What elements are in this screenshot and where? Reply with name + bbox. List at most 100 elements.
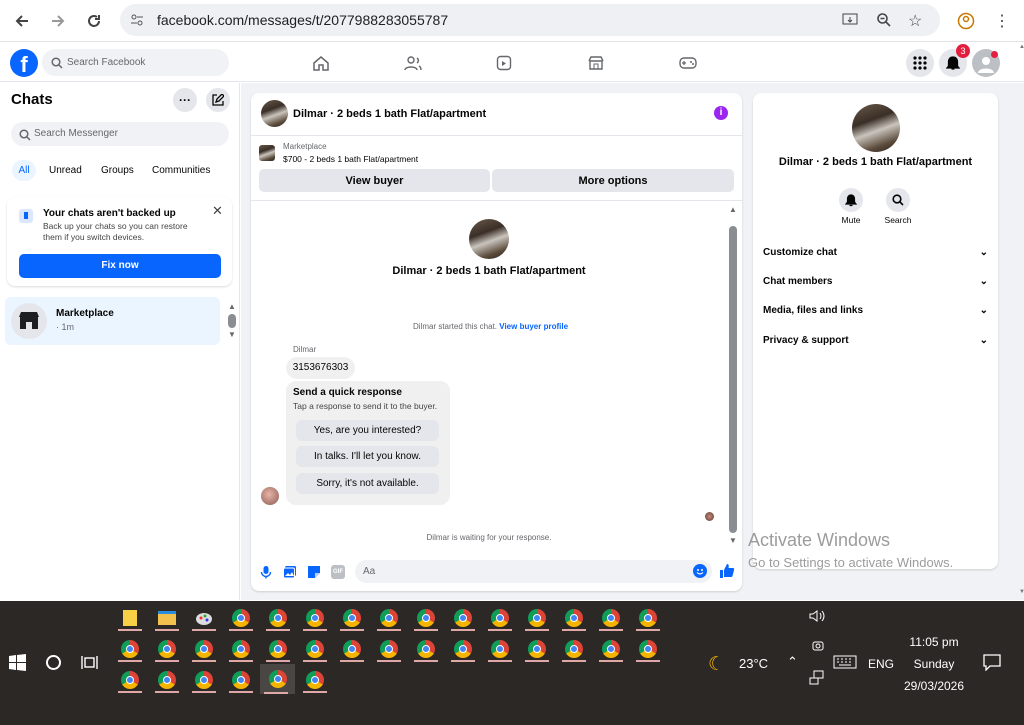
gaming-icon[interactable] (677, 54, 699, 72)
scroll-up-arrow[interactable]: ▲ (228, 302, 236, 311)
filter-groups[interactable]: Groups (101, 165, 134, 176)
chrome-icon[interactable] (299, 667, 331, 693)
chrome-icon[interactable] (299, 605, 331, 631)
bookmark-star-icon[interactable]: ☆ (908, 11, 922, 31)
sticker-icon[interactable] (307, 565, 321, 584)
clock-time[interactable]: 11:05 pm (895, 635, 973, 649)
chrome-icon[interactable] (262, 605, 294, 631)
file-explorer-icon[interactable] (151, 605, 183, 631)
more-options-icon[interactable]: ··· (173, 88, 197, 112)
chrome-icon[interactable] (188, 667, 220, 693)
listing-avatar[interactable] (261, 100, 288, 127)
temperature[interactable]: 23°C (739, 656, 768, 671)
clock-date[interactable]: 29/03/2026 (895, 679, 973, 693)
chrome-icon[interactable] (558, 636, 590, 662)
volume-icon[interactable] (809, 609, 827, 628)
chrome-icon[interactable] (262, 636, 294, 662)
chrome-icon[interactable] (151, 636, 183, 662)
forward-icon[interactable] (45, 8, 71, 34)
info-icon[interactable]: i (714, 106, 728, 120)
quick-reply-not-available[interactable]: Sorry, it's not available. (296, 473, 439, 494)
filter-all[interactable]: All (12, 160, 36, 181)
chrome-icon[interactable] (299, 636, 331, 662)
site-info-icon[interactable] (130, 13, 144, 32)
apps-menu-icon[interactable] (906, 49, 934, 77)
chrome-icon[interactable] (225, 605, 257, 631)
chrome-icon[interactable] (484, 605, 516, 631)
conversation-title[interactable]: Dilmar · 2 beds 1 bath Flat/apartment (293, 108, 486, 120)
fix-now-button[interactable]: Fix now (19, 254, 221, 278)
details-avatar[interactable] (852, 104, 900, 152)
chrome-icon[interactable] (632, 636, 664, 662)
scrollbar-thumb[interactable] (228, 314, 236, 328)
gif-icon[interactable]: GIF (331, 565, 345, 579)
chrome-icon[interactable] (521, 605, 553, 631)
chrome-icon[interactable] (558, 605, 590, 631)
sender-avatar[interactable] (261, 487, 279, 505)
media-files-links-item[interactable]: Media, files and links ⌄ (763, 305, 988, 316)
facebook-logo[interactable]: f (10, 49, 38, 77)
sticky-notes-icon[interactable] (114, 605, 146, 631)
chat-members-item[interactable]: Chat members ⌄ (763, 276, 988, 287)
page-scroll-up[interactable]: ▲ (1019, 44, 1024, 50)
privacy-support-item[interactable]: Privacy & support ⌄ (763, 335, 988, 346)
view-buyer-button[interactable]: View buyer (259, 169, 490, 192)
chrome-icon[interactable] (595, 636, 627, 662)
address-bar[interactable]: facebook.com/messages/t/2077988283055787… (120, 4, 940, 36)
more-options-button[interactable]: More options (492, 169, 734, 192)
quick-reply-interested[interactable]: Yes, are you interested? (296, 420, 439, 441)
network-icon[interactable] (809, 670, 825, 691)
new-message-icon[interactable] (206, 88, 230, 112)
search-circle-icon[interactable] (46, 655, 61, 670)
notification-center-icon[interactable] (983, 654, 1001, 676)
language-indicator[interactable]: ENG (868, 657, 894, 671)
browser-menu-icon[interactable]: ⋮ (989, 8, 1015, 34)
chrome-icon[interactable] (114, 636, 146, 662)
filter-unread[interactable]: Unread (49, 165, 82, 176)
chrome-icon[interactable] (114, 667, 146, 693)
message-bubble[interactable]: 3153676303 (286, 357, 355, 379)
profile-icon[interactable] (953, 8, 979, 34)
chrome-icon[interactable] (373, 605, 405, 631)
scroll-up-arrow[interactable]: ▲ (729, 205, 737, 214)
reload-icon[interactable] (81, 8, 107, 34)
chrome-icon[interactable] (336, 605, 368, 631)
chrome-icon[interactable] (595, 605, 627, 631)
task-view-icon[interactable] (81, 655, 98, 675)
paint-icon[interactable] (188, 605, 220, 631)
search-conversation-icon[interactable] (886, 188, 910, 212)
page-scroll-down[interactable]: ▼ (1019, 589, 1024, 595)
chrome-icon[interactable] (336, 636, 368, 662)
weather-moon-icon[interactable]: ☾ (708, 653, 725, 676)
message-input[interactable]: Aa (355, 560, 712, 583)
camera-icon[interactable] (811, 639, 825, 658)
video-icon[interactable] (493, 54, 515, 72)
facebook-search-input[interactable]: Search Facebook (42, 49, 229, 76)
filter-communities[interactable]: Communities (152, 165, 210, 176)
chrome-icon[interactable] (410, 636, 442, 662)
back-icon[interactable] (9, 8, 35, 34)
conversation-scrollbar[interactable] (729, 226, 737, 533)
chrome-icon[interactable] (410, 605, 442, 631)
chrome-icon[interactable] (151, 667, 183, 693)
windows-start-icon[interactable] (9, 654, 26, 676)
chrome-icon[interactable] (225, 636, 257, 662)
mute-icon[interactable] (839, 188, 863, 212)
microphone-icon[interactable] (259, 565, 273, 584)
zoom-icon[interactable] (876, 12, 892, 33)
tray-chevron-up-icon[interactable]: ⌃ (787, 654, 798, 670)
chrome-icon-active[interactable] (260, 664, 295, 694)
scroll-down-arrow[interactable]: ▼ (729, 536, 737, 545)
keyboard-icon[interactable] (833, 655, 857, 674)
chrome-icon[interactable] (373, 636, 405, 662)
marketplace-icon[interactable] (585, 54, 607, 72)
clock-day[interactable]: Sunday (895, 657, 973, 671)
install-icon[interactable] (842, 12, 858, 33)
chrome-icon[interactable] (632, 605, 664, 631)
emoji-icon[interactable] (693, 564, 707, 578)
chrome-icon[interactable] (484, 636, 516, 662)
chrome-icon[interactable] (188, 636, 220, 662)
chrome-icon[interactable] (521, 636, 553, 662)
like-icon[interactable] (719, 563, 735, 584)
buyer-avatar[interactable] (469, 219, 509, 259)
